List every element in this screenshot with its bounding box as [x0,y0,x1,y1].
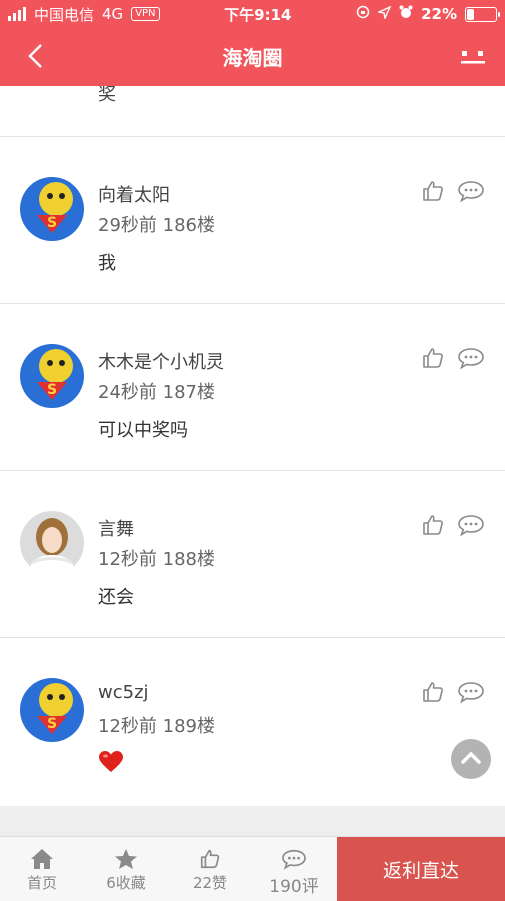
carrier-label: 中国电信 [34,5,95,24]
like-tab[interactable]: 22赞 [168,837,252,901]
page-title: 海淘圈 [222,46,283,70]
comment-text: 我 [98,253,116,274]
reply-button[interactable] [457,680,485,708]
comment-item: 言舞 12秒前 188楼 还会 [0,471,505,637]
comment-item: S wc5zj 12秒前 189楼 [0,638,505,804]
commenter-name[interactable]: wc5zj [98,682,149,703]
favorite-count-label: 6收藏 [106,874,146,892]
reply-button[interactable] [457,346,485,374]
like-count-label: 22赞 [192,874,228,892]
signal-icon [8,7,26,21]
battery-icon [464,6,500,22]
thumbs-up-icon [423,181,443,201]
comment-item: S 向着太阳 29秒前 186楼 我 [0,137,505,303]
heart-emoji-icon [98,750,124,774]
avatar[interactable] [20,511,84,575]
comment-item: S 木木是个小机灵 24秒前 187楼 可以中奖吗 [0,304,505,470]
comment-meta: 24秒前 187楼 [98,382,215,403]
more-icon [461,51,485,64]
home-icon [31,849,53,869]
comment-text: 还会 [98,587,134,608]
reply-button[interactable] [457,179,485,207]
rebate-direct-button[interactable]: 返利直达 [337,837,505,901]
svg-text:S: S [47,215,57,231]
avatar[interactable]: S [20,344,84,408]
battery-percent: 22% [421,5,457,23]
network-label: 4G [102,5,124,23]
speech-bubble-icon [282,849,306,870]
like-button[interactable] [421,513,445,541]
commenter-name[interactable]: 向着太阳 [98,181,170,207]
comment-actions [421,179,485,207]
home-label: 首页 [26,874,57,892]
comment-actions [421,513,485,541]
alarm-icon [399,5,413,23]
comment-tab[interactable]: 190评 [252,837,336,901]
speech-bubble-icon [458,348,484,370]
svg-text:S: S [47,382,57,398]
comment-actions [421,346,485,374]
comment-count-label: 190评 [269,877,319,897]
like-button[interactable] [421,179,445,207]
star-icon [115,849,137,869]
reply-button[interactable] [457,513,485,541]
like-button[interactable] [421,346,445,374]
comment-actions [421,680,485,708]
commenter-name[interactable]: 木木是个小机灵 [98,348,224,374]
location-icon [376,5,392,23]
lock-rotation-icon [356,5,370,23]
more-menu-button[interactable] [459,46,487,68]
top-bar: 中国电信 4G VPN 下午9:14 22% 海淘圈 [0,0,505,86]
comment-text: 可以中奖吗 [98,420,188,441]
speech-bubble-icon [458,682,484,704]
vpn-badge: VPN [131,7,160,21]
commenter-name[interactable]: 言舞 [98,515,134,541]
footer-spacer [0,806,505,836]
thumbs-up-icon [423,682,443,702]
speech-bubble-icon [458,181,484,203]
scroll-to-top-button[interactable] [451,739,491,779]
thumbs-up-icon [423,515,443,535]
avatar[interactable]: S [20,177,84,241]
partial-comment-text: 奖 [98,86,116,105]
bottom-bar: 首页 6收藏 22赞 190评 返利直达 [0,836,505,901]
thumbs-up-icon [200,849,220,869]
status-bar: 中国电信 4G VPN 下午9:14 22% [0,0,505,28]
svg-text:S: S [47,716,57,732]
comment-feed[interactable]: 奖 S 向着太阳 29秒前 186楼 我 S 木木是个小机灵 24秒前 187楼… [0,86,505,806]
home-tab[interactable]: 首页 [0,837,84,901]
comment-meta: 29秒前 186楼 [98,215,215,236]
thumbs-up-icon [423,348,443,368]
nav-bar: 海淘圈 [0,28,505,86]
favorite-tab[interactable]: 6收藏 [84,837,168,901]
comment-meta: 12秒前 189楼 [98,716,215,737]
like-button[interactable] [421,680,445,708]
comment-meta: 12秒前 188楼 [98,549,215,570]
clock: 下午9:14 [224,5,292,24]
chevron-up-icon [461,751,481,764]
speech-bubble-icon [458,515,484,537]
avatar[interactable]: S [20,678,84,742]
